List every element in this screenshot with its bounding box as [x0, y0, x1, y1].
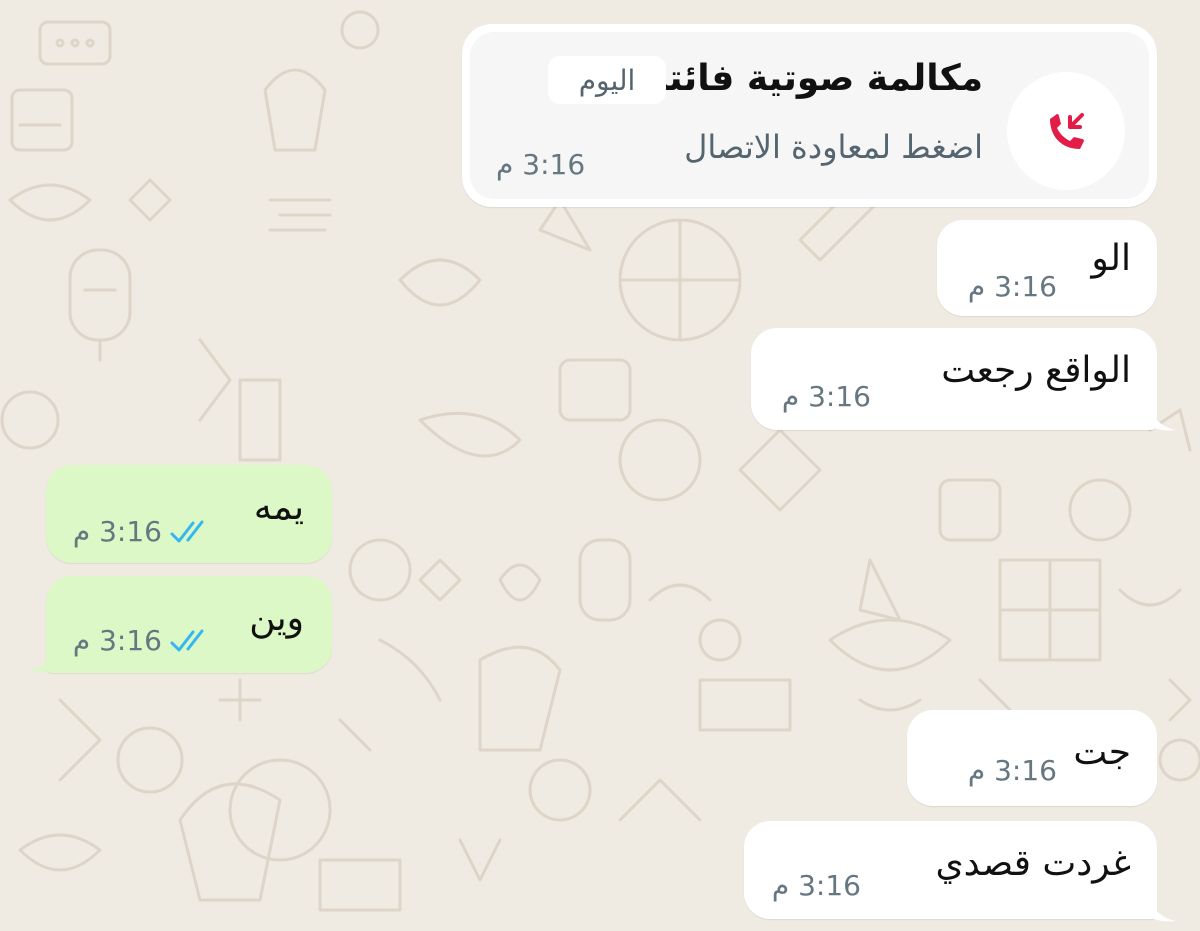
message-text: غردت قصدي	[935, 843, 1131, 884]
missed-call-icon-wrap	[1007, 72, 1125, 190]
missed-call-inner: مكالمة صوتية فائتة اليوم اضغط لمعاودة ال…	[470, 32, 1149, 199]
message-text: جت	[1073, 732, 1131, 773]
message-meta: 3:16 م	[73, 624, 214, 657]
message-time: 3:16 م	[781, 380, 871, 413]
message-bubble-incoming[interactable]: الواقع رجعت 3:16 م	[751, 328, 1157, 430]
message-meta: 3:16 م	[968, 270, 1057, 303]
day-chip: اليوم	[548, 56, 666, 104]
read-receipt-icon	[170, 629, 204, 651]
message-text: الواقع رجعت	[941, 350, 1131, 391]
missed-call-card[interactable]: مكالمة صوتية فائتة اليوم اضغط لمعاودة ال…	[462, 24, 1157, 207]
message-time: 3:16 م	[967, 270, 1057, 303]
message-bubble-outgoing[interactable]: وين 3:16 م	[46, 576, 332, 673]
message-meta: 3:16 م	[968, 754, 1057, 787]
read-receipt-icon	[170, 520, 204, 542]
message-text: الو	[1091, 238, 1131, 279]
message-time: 3:16 م	[967, 754, 1057, 787]
bubble-tail	[1150, 899, 1176, 922]
message-meta: 3:16 م	[772, 869, 861, 902]
message-bubble-incoming[interactable]: غردت قصدي 3:16 م	[744, 821, 1157, 919]
bubble-tail	[1150, 408, 1176, 431]
bubble-tail	[28, 650, 54, 673]
message-text: وين	[249, 598, 304, 639]
missed-call-time: 3:16 م	[496, 148, 586, 181]
message-time: 3:16 م	[72, 624, 162, 657]
missed-call-title: مكالمة صوتية فائتة	[647, 58, 983, 99]
message-time: 3:16 م	[771, 869, 861, 902]
message-bubble-incoming[interactable]: جت 3:16 م	[907, 710, 1157, 806]
message-meta: 3:16 م	[782, 380, 871, 413]
message-meta: 3:16 م	[73, 515, 214, 548]
missed-call-subtitle: اضغط لمعاودة الاتصال	[684, 128, 983, 166]
message-text: يمه	[253, 487, 304, 528]
missed-call-icon	[1050, 113, 1084, 149]
message-time: 3:16 م	[72, 515, 162, 548]
message-bubble-outgoing[interactable]: يمه 3:16 م	[46, 465, 332, 563]
message-bubble-incoming[interactable]: الو 3:16 م	[937, 220, 1157, 316]
